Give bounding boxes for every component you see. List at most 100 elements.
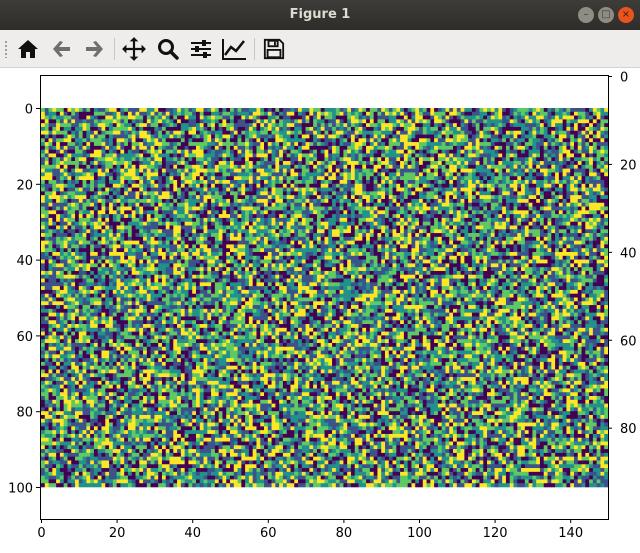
heatmap-cell	[139, 202, 144, 207]
save-button[interactable]	[260, 35, 288, 63]
heatmap-cell	[494, 191, 499, 196]
heatmap-cell	[56, 115, 61, 120]
heatmap-cell	[146, 119, 151, 124]
heatmap-cell	[426, 149, 431, 154]
heatmap-plot[interactable]: 0 20 40 60 80 100 120 140 020406080100 02040608…	[0, 68, 640, 549]
heatmap-cell	[558, 214, 563, 219]
heatmap-cell	[59, 145, 64, 150]
heatmap-cell	[358, 172, 363, 177]
zoom-button[interactable]	[154, 35, 182, 63]
heatmap-cell	[558, 138, 563, 143]
heatmap-cell	[116, 233, 121, 238]
toolbar-grip[interactable]	[4, 40, 8, 58]
heatmap-cell	[275, 119, 280, 124]
heatmap-cell	[154, 153, 159, 158]
home-button[interactable]	[14, 35, 42, 63]
heatmap-cell	[109, 153, 114, 158]
heatmap-cell	[320, 145, 325, 150]
heatmap-cell	[120, 221, 125, 226]
heatmap-cell	[377, 108, 382, 113]
heatmap-cell	[407, 225, 412, 230]
heatmap-cell	[384, 225, 390, 230]
pan-button[interactable]	[120, 35, 148, 63]
heatmap-cell	[585, 221, 590, 226]
heatmap-cell	[264, 195, 269, 200]
heatmap-cell	[536, 191, 541, 196]
heatmap-cell	[419, 198, 424, 204]
heatmap-cell	[75, 187, 80, 192]
heatmap-cell	[471, 149, 476, 154]
heatmap-cell	[381, 195, 386, 200]
heatmap-cell	[165, 214, 170, 219]
heatmap-cell	[131, 157, 136, 162]
heatmap-cell	[71, 233, 76, 238]
heatmap-cell	[547, 126, 552, 132]
heatmap-cell	[479, 229, 484, 234]
heatmap-cell	[335, 176, 340, 181]
heatmap-cell	[305, 161, 310, 166]
heatmap-cell	[294, 172, 299, 177]
close-button[interactable]: ×	[618, 7, 634, 23]
heatmap-cell	[211, 187, 216, 192]
heatmap-cell	[71, 108, 76, 113]
heatmap-cell	[305, 157, 310, 162]
heatmap-cell	[509, 206, 514, 211]
heatmap-cell	[347, 210, 352, 215]
heatmap-cell	[400, 126, 405, 132]
heatmap-cell	[143, 225, 148, 230]
heatmap-cell	[513, 115, 518, 120]
heatmap-cell	[373, 149, 378, 154]
heatmap-cell	[105, 214, 110, 219]
heatmap-cell	[214, 191, 219, 196]
heatmap-cell	[192, 134, 197, 139]
heatmap-cell	[415, 202, 420, 207]
heatmap-cell	[362, 225, 367, 230]
heatmap-cell	[143, 198, 148, 204]
heatmap-cell	[222, 217, 227, 222]
heatmap-cell	[222, 187, 227, 192]
heatmap-cell	[127, 202, 133, 207]
forward-button[interactable]	[80, 35, 108, 63]
heatmap-cell	[358, 145, 363, 150]
heatmap-cell	[369, 191, 374, 196]
heatmap-cell	[305, 138, 310, 143]
maximize-button[interactable]: □	[598, 7, 614, 23]
heatmap-cell	[233, 134, 238, 139]
heatmap-cell	[282, 149, 287, 154]
heatmap-cell	[445, 145, 450, 150]
heatmap-cell	[558, 134, 563, 139]
heatmap-cell	[78, 145, 83, 150]
heatmap-cell	[252, 225, 257, 230]
heatmap-cell	[124, 229, 129, 234]
heatmap-cell	[422, 214, 427, 219]
heatmap-cell	[577, 229, 582, 234]
heatmap-cell	[536, 221, 541, 226]
figure-canvas[interactable]: 0 20 40 60 80 100 120 140 0 20 40 60 80 100 0 20 40 60 8…	[0, 68, 640, 549]
heatmap-cell	[248, 138, 253, 143]
heatmap-cell	[479, 161, 484, 166]
axes-edit-button[interactable]	[220, 35, 248, 63]
heatmap-cell	[528, 202, 533, 207]
heatmap-cell	[320, 149, 325, 154]
heatmap-cell	[63, 123, 68, 128]
heatmap-cell	[347, 157, 352, 162]
heatmap-cell	[362, 164, 367, 169]
heatmap-cell	[589, 161, 594, 166]
heatmap-cell	[180, 206, 185, 211]
heatmap-cell	[294, 214, 299, 219]
heatmap-cell	[377, 180, 382, 185]
heatmap-cell	[44, 161, 49, 166]
minimize-button[interactable]: –	[578, 7, 594, 23]
heatmap-cell	[282, 164, 287, 169]
back-button[interactable]	[48, 35, 76, 63]
heatmap-cell	[354, 108, 359, 113]
heatmap-cell	[230, 217, 235, 222]
heatmap-cell	[241, 119, 246, 124]
heatmap-cell	[592, 225, 597, 230]
subplots-button[interactable]	[187, 35, 215, 63]
heatmap-cell	[558, 164, 563, 169]
magnifier-icon	[158, 39, 179, 60]
heatmap-cell	[335, 217, 340, 222]
heatmap-cell	[573, 119, 579, 124]
heatmap-cell	[188, 225, 193, 230]
